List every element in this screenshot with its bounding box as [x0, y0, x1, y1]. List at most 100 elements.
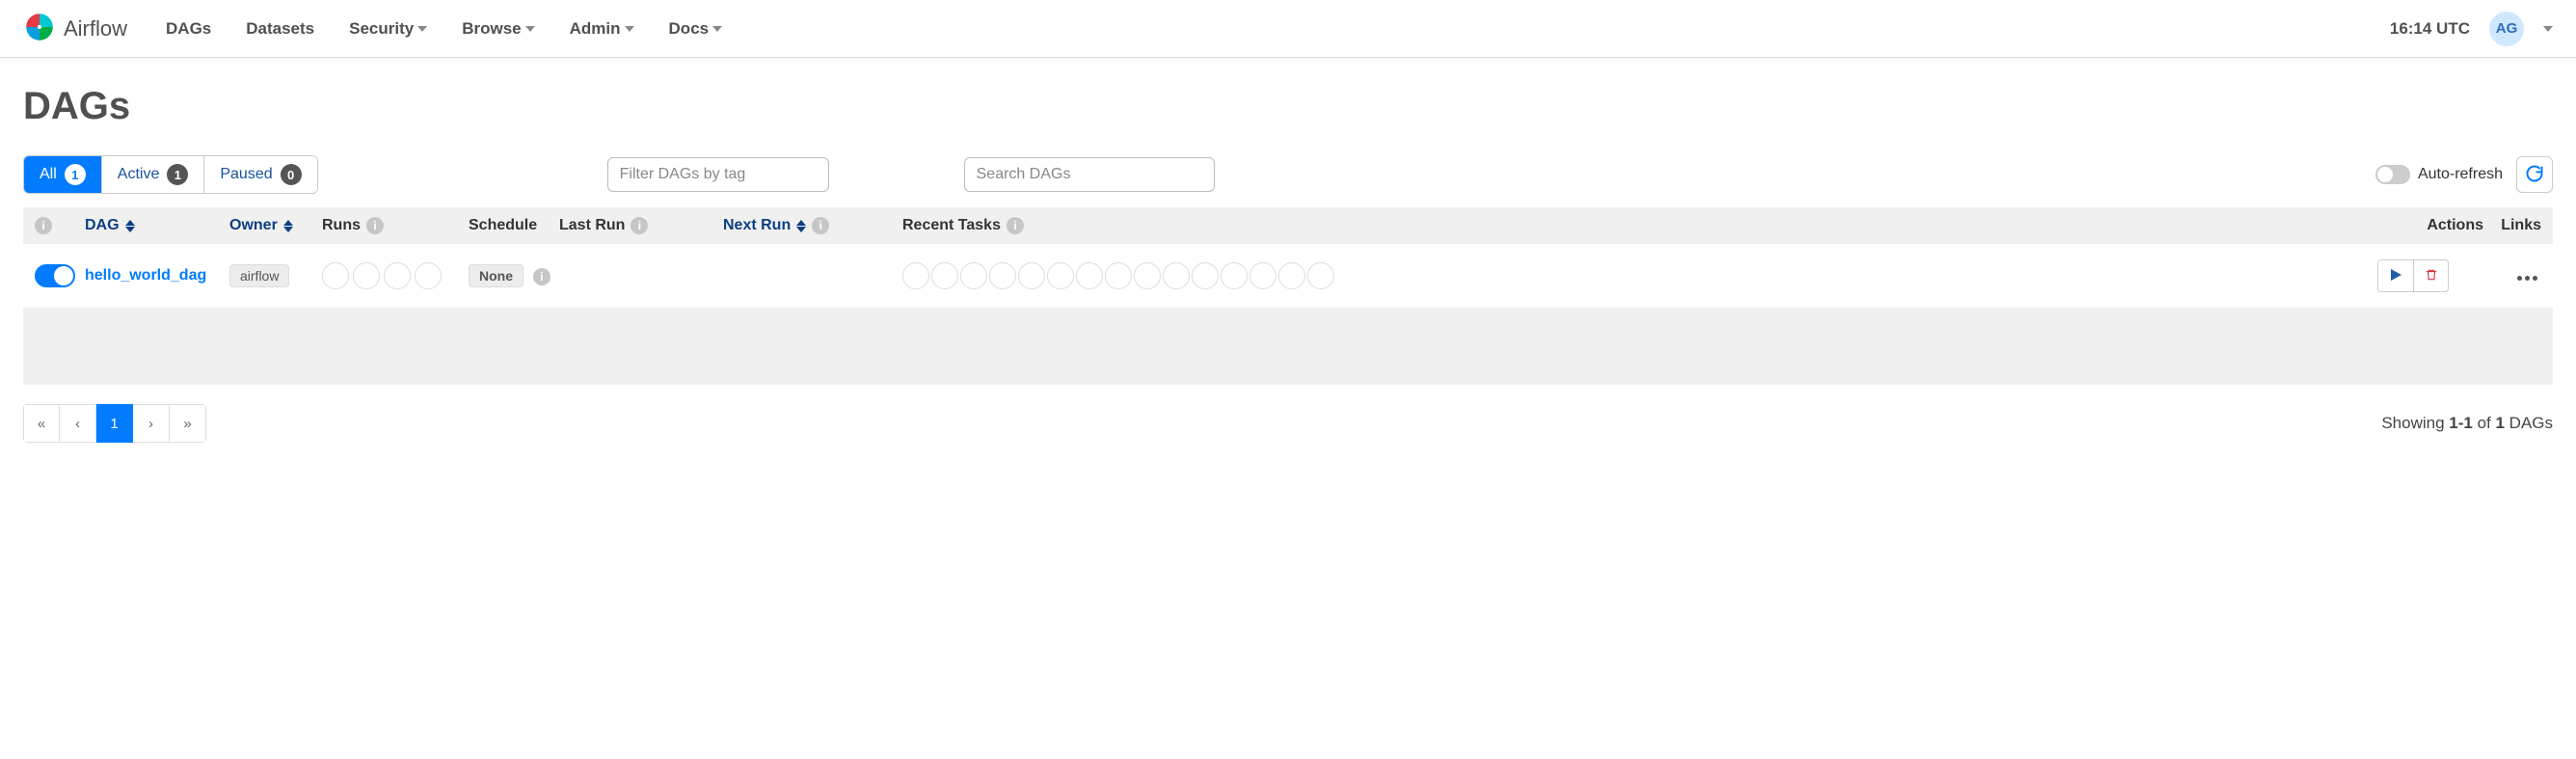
table-header: i DAG Owner Runs i Schedule Last Run i	[23, 207, 2553, 244]
sort-icon	[125, 220, 135, 232]
more-links-button[interactable]	[2512, 276, 2541, 281]
filter-active[interactable]: Active 1	[101, 156, 204, 193]
nav-links: DAGs Datasets Security Browse Admin Docs	[166, 19, 2390, 39]
run-circle	[322, 262, 349, 289]
dag-pause-toggle[interactable]	[35, 264, 75, 287]
bottom-row: « ‹ 1 › » Showing 1-1 of 1 DAGs	[23, 404, 2553, 443]
nav-dags[interactable]: DAGs	[166, 19, 211, 39]
info-icon[interactable]: i	[366, 217, 384, 234]
info-icon[interactable]: i	[533, 268, 550, 285]
col-dag-header[interactable]: DAG	[85, 217, 229, 234]
dag-link[interactable]: hello_world_dag	[85, 267, 206, 285]
autorefresh-toggle[interactable]	[2375, 165, 2410, 184]
airflow-pinwheel-icon	[23, 11, 56, 46]
table-footer	[23, 308, 2553, 385]
tag-filter-input[interactable]	[607, 157, 829, 192]
runs-cell	[322, 262, 469, 289]
page-next[interactable]: ›	[133, 404, 170, 443]
run-circle	[415, 262, 442, 289]
owner-cell: airflow	[229, 264, 322, 287]
filter-active-label: Active	[118, 166, 160, 183]
task-circle	[1192, 262, 1219, 289]
task-circle	[1134, 262, 1161, 289]
play-icon	[2389, 268, 2402, 285]
delete-dag-button[interactable]	[2413, 260, 2448, 291]
sort-icon	[283, 220, 293, 232]
task-circle	[1221, 262, 1248, 289]
filter-paused-label: Paused	[220, 166, 272, 183]
pagination: « ‹ 1 › »	[23, 404, 206, 443]
refresh-icon	[2525, 164, 2544, 186]
task-circle	[1047, 262, 1074, 289]
task-circle	[1076, 262, 1103, 289]
nav-browse[interactable]: Browse	[462, 19, 534, 39]
showing-text: Showing 1-1 of 1 DAGs	[2381, 414, 2553, 433]
task-circle	[1278, 262, 1305, 289]
col-owner-header[interactable]: Owner	[229, 217, 322, 234]
col-recent-header: Recent Tasks i	[902, 217, 2377, 234]
page-last[interactable]: »	[170, 404, 206, 443]
refresh-button[interactable]	[2516, 156, 2553, 193]
info-icon[interactable]: i	[35, 217, 52, 234]
run-circle	[353, 262, 380, 289]
brand[interactable]: Airflow	[23, 11, 127, 46]
filter-all-label: All	[40, 166, 57, 183]
nav-admin[interactable]: Admin	[570, 19, 634, 39]
filter-paused-count: 0	[281, 164, 302, 185]
col-nextrun-header[interactable]: Next Run i	[723, 217, 902, 234]
user-menu-caret-icon[interactable]	[2543, 26, 2553, 32]
page-first[interactable]: «	[23, 404, 60, 443]
caret-down-icon	[525, 26, 535, 32]
col-toggle-header: i	[35, 217, 85, 234]
task-circle	[1163, 262, 1190, 289]
search-dags-input[interactable]	[964, 157, 1215, 192]
caret-down-icon	[625, 26, 634, 32]
col-actions-header: Actions	[2377, 217, 2483, 234]
nav-right: 16:14 UTC AG	[2390, 12, 2553, 46]
sort-icon	[796, 220, 806, 232]
info-icon[interactable]: i	[812, 217, 829, 234]
recent-cell	[902, 262, 2377, 289]
actions-cell	[2377, 259, 2483, 292]
trigger-dag-button[interactable]	[2378, 260, 2413, 291]
task-circle	[960, 262, 987, 289]
trash-icon	[2425, 268, 2438, 285]
toolbar: All 1 Active 1 Paused 0 Auto-refresh	[23, 155, 2553, 194]
task-circle	[1018, 262, 1045, 289]
links-cell	[2483, 268, 2541, 284]
filter-all[interactable]: All 1	[24, 156, 101, 193]
recent-task-circles[interactable]	[902, 262, 1334, 289]
page-title: DAGs	[23, 85, 2553, 128]
autorefresh-label: Auto-refresh	[2418, 166, 2503, 183]
brand-text: Airflow	[64, 16, 127, 41]
nav-security[interactable]: Security	[349, 19, 427, 39]
schedule-cell: None i	[469, 264, 559, 287]
clock[interactable]: 16:14 UTC	[2390, 19, 2470, 39]
owner-badge[interactable]: airflow	[229, 264, 289, 287]
task-circle	[1105, 262, 1132, 289]
autorefresh-control[interactable]: Auto-refresh	[2375, 165, 2503, 184]
col-links-header: Links	[2483, 217, 2541, 234]
filter-group: All 1 Active 1 Paused 0	[23, 155, 318, 194]
page-prev[interactable]: ‹	[60, 404, 96, 443]
info-icon[interactable]: i	[1006, 217, 1024, 234]
run-circle	[384, 262, 411, 289]
filter-all-count: 1	[65, 164, 86, 185]
nav-datasets[interactable]: Datasets	[246, 19, 314, 39]
schedule-badge[interactable]: None	[469, 264, 523, 287]
task-circle	[989, 262, 1016, 289]
filter-paused[interactable]: Paused 0	[203, 156, 316, 193]
col-lastrun-header: Last Run i	[559, 217, 723, 234]
run-status-circles[interactable]	[322, 262, 442, 289]
filter-active-count: 1	[167, 164, 188, 185]
table-row: hello_world_dag airflow None i	[23, 244, 2553, 308]
info-icon[interactable]: i	[631, 217, 648, 234]
caret-down-icon	[417, 26, 427, 32]
nav-docs[interactable]: Docs	[669, 19, 723, 39]
page-1[interactable]: 1	[96, 404, 133, 443]
col-schedule-header: Schedule	[469, 217, 559, 234]
task-circle	[1307, 262, 1334, 289]
user-avatar[interactable]: AG	[2489, 12, 2524, 46]
dag-toggle-cell	[35, 264, 85, 287]
top-navbar: Airflow DAGs Datasets Security Browse Ad…	[0, 0, 2576, 58]
